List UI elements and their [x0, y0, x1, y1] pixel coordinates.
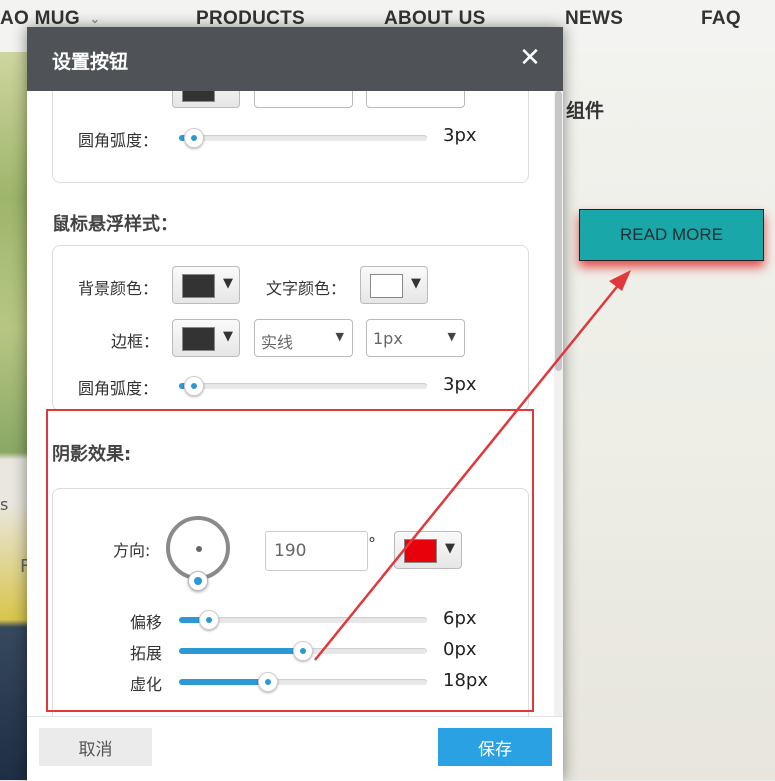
hover-border-label: 边框： [111, 332, 160, 351]
hover-bg-color-button[interactable]: ▼ [172, 266, 240, 304]
select-value: 实线 [261, 333, 294, 352]
dialog-scrollbar[interactable] [554, 91, 563, 716]
close-icon[interactable]: ✕ [517, 45, 543, 71]
normal-radius-value: 3px [443, 125, 477, 146]
hover-border-color-button[interactable]: ▼ [172, 319, 240, 357]
background-content [563, 52, 775, 780]
caret-down-icon: ▼ [411, 276, 421, 291]
background-image-strip [0, 52, 27, 780]
hover-border-width-select[interactable]: 1px ▼ [366, 319, 465, 357]
caret-down-icon: ▼ [223, 276, 233, 291]
hover-radius-slider[interactable] [179, 376, 427, 396]
color-swatch [182, 91, 215, 102]
slider-knob[interactable] [184, 128, 204, 148]
cancel-button[interactable]: 取消 [39, 728, 152, 766]
caret-down-icon: ▼ [335, 330, 344, 343]
annotation-highlight-box [46, 409, 534, 712]
nav-item-faq[interactable]: FAQ [701, 8, 741, 30]
chevron-down-icon: ⌄ [89, 11, 101, 26]
hover-radius-label: 圆角弧度： [78, 379, 159, 398]
scrollbar-thumb[interactable] [555, 91, 562, 371]
normal-border-color-button[interactable] [172, 91, 240, 108]
dialog-title: 设置按钮 [52, 51, 129, 73]
color-swatch [182, 327, 215, 351]
normal-radius-label: 圆角弧度： [78, 131, 159, 150]
caret-down-icon: ▼ [223, 329, 233, 344]
nav-item-news[interactable]: NEWS [565, 8, 623, 30]
hover-border-style-select[interactable]: 实线 ▼ [254, 319, 353, 357]
hover-style-panel: 背景颜色： ▼ 文字颜色： ▼ 边框： ▼ 实线 ▼ 1px ▼ 圆角弧度： 3… [52, 245, 529, 411]
caret-down-icon: ▼ [447, 330, 456, 343]
slider-knob[interactable] [184, 376, 204, 396]
normal-border-style-select[interactable] [254, 91, 353, 108]
normal-border-width-select[interactable] [366, 91, 465, 108]
hover-bg-color-label: 背景颜色： [78, 279, 159, 298]
read-more-button[interactable]: READ MORE [579, 209, 764, 261]
hover-radius-value: 3px [443, 374, 477, 395]
dialog-footer: 取消 保存 [27, 716, 563, 781]
background-left-label: s [0, 495, 9, 514]
hover-text-color-button[interactable]: ▼ [360, 266, 428, 304]
color-swatch [370, 274, 403, 298]
hover-style-title: 鼠标悬浮样式： [52, 214, 178, 235]
button-settings-dialog: 设置按钮 ✕ 圆角弧度： 3px 鼠标悬浮样式： 背景颜色： ▼ 文字颜色： ▼… [27, 27, 563, 781]
background-heading: 组件 [566, 100, 605, 122]
hover-text-color-label: 文字颜色： [266, 279, 347, 298]
normal-style-panel: 圆角弧度： 3px [52, 91, 529, 183]
normal-radius-slider[interactable] [179, 128, 427, 148]
nav-brand-label: AO MUG [0, 8, 80, 29]
dialog-header: 设置按钮 ✕ [27, 27, 563, 91]
save-button[interactable]: 保存 [438, 728, 552, 766]
select-value: 1px [373, 329, 403, 348]
dialog-body[interactable]: 圆角弧度： 3px 鼠标悬浮样式： 背景颜色： ▼ 文字颜色： ▼ 边框： ▼ … [27, 91, 554, 716]
color-swatch [182, 274, 215, 298]
